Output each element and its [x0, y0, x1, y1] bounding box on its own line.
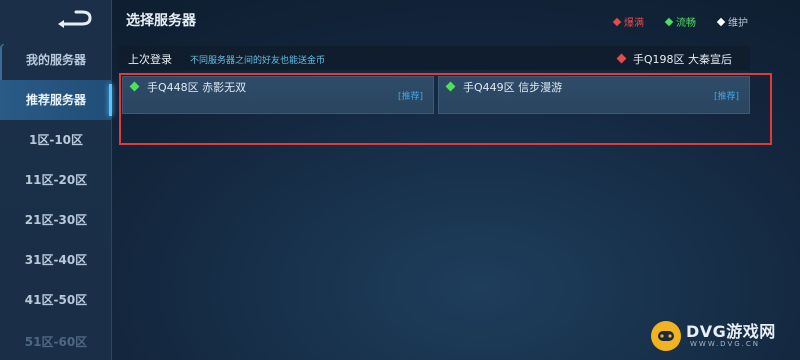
server-name: 手Q449区 信步漫游 — [463, 81, 563, 94]
server-name: 手Q448区 赤影无双 — [147, 81, 247, 94]
maintenance-status-icon — [716, 17, 726, 27]
sidebar-item-41-50[interactable]: 41区-50区 — [0, 280, 112, 320]
sidebar-item-my-servers[interactable]: 我的服务器 — [0, 40, 112, 80]
back-arrow-icon[interactable] — [56, 8, 96, 30]
sidebar-item-31-40[interactable]: 31区-40区 — [0, 240, 112, 280]
smooth-status-icon — [664, 17, 674, 27]
server-card[interactable]: 手Q449区 信步漫游 [推荐] — [438, 76, 750, 114]
legend-full-label: 爆满 — [624, 18, 644, 29]
sidebar-item-51-60[interactable]: 51区-60区 — [0, 332, 112, 352]
page-title: 选择服务器 — [126, 13, 196, 29]
game-controller-logo-icon — [651, 321, 681, 351]
full-status-icon — [612, 17, 622, 27]
gift-gold-hint: 不同服务器之间的好友也能送金币 — [190, 56, 326, 66]
recommended-tag: [推荐] — [397, 92, 423, 102]
last-login-bar: 上次登录 不同服务器之间的好友也能送金币 手Q198区 大秦宣后 — [118, 46, 750, 70]
last-login-server[interactable]: 手Q198区 大秦宣后 — [616, 51, 732, 67]
server-category-sidebar: 我的服务器 推荐服务器 1区-10区 11区-20区 21区-30区 31区-4… — [0, 0, 112, 360]
server-card[interactable]: 手Q448区 赤影无双 [推荐] — [122, 76, 434, 114]
smooth-status-icon — [129, 81, 140, 92]
last-login-server-name: 手Q198区 大秦宣后 — [632, 53, 732, 66]
legend-maintenance: 维护 — [716, 14, 748, 29]
watermark-title: DVG游戏网 — [686, 322, 776, 341]
sidebar-item-21-30[interactable]: 21区-30区 — [0, 200, 112, 240]
sidebar-item-11-20[interactable]: 11区-20区 — [0, 160, 112, 200]
legend-smooth-label: 流畅 — [676, 18, 696, 29]
legend-maintenance-label: 维护 — [728, 18, 748, 29]
last-login-label: 上次登录 — [128, 53, 172, 66]
watermark: DVG游戏网 WWW.DVG.CN — [650, 318, 790, 356]
sidebar-item-recommended[interactable]: 推荐服务器 — [0, 80, 112, 120]
full-status-icon — [616, 53, 627, 64]
legend-full: 爆满 — [612, 14, 644, 29]
recommended-tag: [推荐] — [713, 92, 739, 102]
watermark-url: WWW.DVG.CN — [690, 340, 761, 348]
sidebar-item-1-10[interactable]: 1区-10区 — [0, 120, 112, 160]
legend-smooth: 流畅 — [664, 14, 696, 29]
smooth-status-icon — [445, 81, 456, 92]
